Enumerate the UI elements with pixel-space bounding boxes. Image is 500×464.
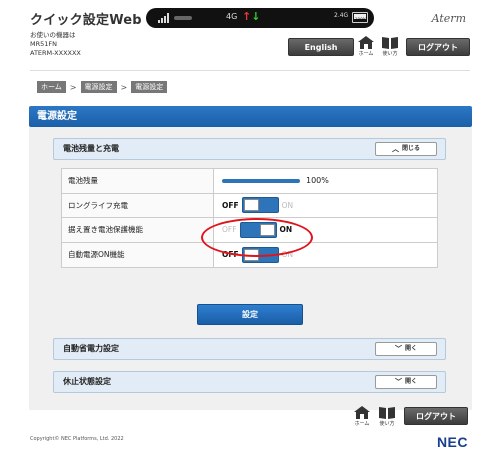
footer-logout-button[interactable]: ログアウト <box>404 407 468 425</box>
battery-settings-table: 電池残量 100% ロングライフ充電 OFF ON 据え置き電池保護機能 OFF… <box>61 168 438 268</box>
manual-label: 使い方 <box>379 421 395 427</box>
switch-on-label: ON <box>281 250 294 260</box>
copyright: Copyright© NEC Platforms, Ltd. 2022 <box>30 436 124 442</box>
home-label: ホーム <box>358 51 374 57</box>
breadcrumb: ホーム > 電源設定 > 電源設定 <box>37 81 168 93</box>
carrier-name-blurred <box>174 16 192 20</box>
power-save-panel-title: 自動省電力設定 <box>63 344 119 353</box>
auto-power-on-switch[interactable]: OFF ON <box>222 246 294 263</box>
row-value: OFF ON <box>214 218 437 242</box>
home-button[interactable]: ホーム <box>358 36 374 57</box>
stationary-battery-protection-switch[interactable]: OFF ON <box>222 221 293 238</box>
header-divider <box>30 70 470 71</box>
chevron-up-icon: ︿ <box>391 145 399 153</box>
device-info-line: お使いの機器は <box>30 31 76 39</box>
switch-off-label: OFF <box>222 250 239 260</box>
row-value: OFF ON <box>214 194 437 218</box>
long-life-charge-switch[interactable]: OFF ON <box>222 197 294 214</box>
device-info-line: ATERM-XXXXXX <box>30 49 81 57</box>
nec-logo: NEC <box>436 434 468 450</box>
expand-button[interactable]: ﹀ 開く <box>375 375 437 389</box>
logout-button[interactable]: ログアウト <box>406 38 470 56</box>
sleep-panel-header[interactable]: 休止状態設定 ﹀ 開く <box>53 371 446 393</box>
switch-knob[interactable] <box>243 248 259 261</box>
switch-off-label: OFF <box>222 200 239 210</box>
breadcrumb-separator: > <box>120 82 128 92</box>
switch-knob[interactable] <box>259 223 275 236</box>
breadcrumb-separator: > <box>69 82 77 92</box>
signal-icon <box>158 13 169 23</box>
switch-knob[interactable] <box>243 199 259 212</box>
switch-on-label: ON <box>281 200 294 210</box>
collapse-button[interactable]: ︿ 閉じる <box>375 142 437 156</box>
row-label: 自動電源ON機能 <box>62 242 214 267</box>
switch-off-label: OFF <box>222 225 237 235</box>
row-label: 据え置き電池保護機能 <box>62 218 214 242</box>
book-icon <box>379 407 395 419</box>
sleep-panel-title: 休止状態設定 <box>63 377 111 386</box>
book-icon <box>382 37 398 49</box>
network-type: 4G <box>226 12 238 21</box>
device-info-line: MR51FN <box>30 40 57 48</box>
breadcrumb-current: 電源設定 <box>131 81 168 93</box>
home-icon <box>358 36 374 49</box>
switch-on-label: ON <box>279 225 293 235</box>
manual-label: 使い方 <box>382 51 398 57</box>
status-band: 2.4G <box>334 12 349 19</box>
battery-panel-header: 電池残量と充電 ︿ 閉じる <box>53 138 446 160</box>
battery-level-text: 100% <box>306 176 329 186</box>
switch-track[interactable] <box>241 197 279 214</box>
data-transfer-icon: ↑↓ <box>242 10 261 23</box>
battery-level-value: 100% <box>214 169 437 193</box>
table-row: 据え置き電池保護機能 OFF ON <box>62 218 437 243</box>
row-label: 電池残量 <box>62 169 214 193</box>
battery-panel-title: 電池残量と充電 <box>63 144 119 153</box>
breadcrumb-home[interactable]: ホーム <box>37 81 66 93</box>
manual-button[interactable]: 使い方 <box>381 36 399 57</box>
footer-manual-button[interactable]: 使い方 <box>378 406 396 427</box>
row-value: OFF ON <box>214 243 437 268</box>
app-title: クイック設定Web <box>30 13 142 28</box>
header: クイック設定Web お使いの機器は MR51FN ATERM-XXXXXX 4G… <box>0 0 500 70</box>
table-row: ロングライフ充電 OFF ON <box>62 193 437 218</box>
breadcrumb-power-settings[interactable]: 電源設定 <box>80 81 117 93</box>
table-row: 自動電源ON機能 OFF ON <box>62 242 437 268</box>
row-label: ロングライフ充電 <box>62 193 214 217</box>
device-info: お使いの機器は MR51FN ATERM-XXXXXX <box>30 31 81 58</box>
table-row: 電池残量 100% <box>62 169 437 194</box>
page-title: 電源設定 <box>29 106 472 127</box>
expand-button[interactable]: ﹀ 開く <box>375 342 437 356</box>
footer-home-button[interactable]: ホーム <box>354 406 370 427</box>
battery-level-bar <box>222 178 300 183</box>
chevron-down-icon: ﹀ <box>394 378 402 386</box>
home-icon <box>354 406 370 419</box>
english-button[interactable]: English <box>288 38 354 56</box>
aterm-logo: Aterm <box>431 12 466 25</box>
apply-settings-button[interactable]: 設定 <box>197 304 303 325</box>
battery-icon: 100% <box>352 12 368 23</box>
power-save-panel-header[interactable]: 自動省電力設定 ﹀ 開く <box>53 338 446 360</box>
switch-track[interactable] <box>239 221 277 238</box>
collapse-label: 閉じる <box>401 145 420 152</box>
expand-label: 開く <box>404 378 417 385</box>
device-status-bar: 4G ↑↓ 2.4G 100% <box>146 8 374 28</box>
chevron-down-icon: ﹀ <box>394 345 402 353</box>
expand-label: 開く <box>404 345 417 352</box>
battery-icon-label: 100% <box>355 17 367 22</box>
switch-track[interactable] <box>241 246 279 263</box>
home-label: ホーム <box>354 421 370 427</box>
